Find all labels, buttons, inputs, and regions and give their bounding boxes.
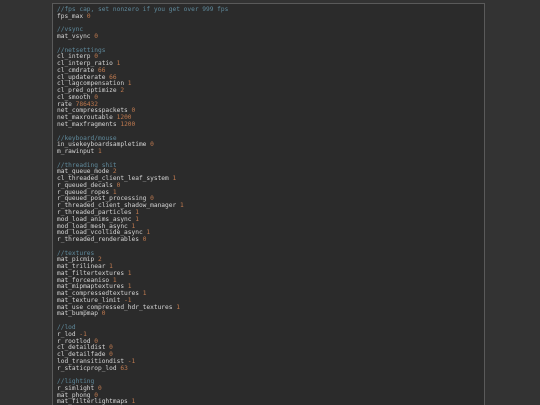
config-line: r_threaded_renderables 0	[57, 236, 480, 244]
config-line: r_staticprop_lod 63	[57, 364, 480, 373]
cvar-name: mat_vsync	[57, 33, 91, 41]
cvar-value: 1	[127, 269, 132, 277]
cvar-value: 1	[127, 80, 132, 88]
config-line: net_maxfragments 1200	[57, 121, 480, 129]
cvar-value: 1	[179, 202, 184, 210]
cvar-value: 1	[135, 215, 139, 223]
config-line: cl_smooth 0	[57, 94, 480, 102]
cvar-value: 0	[94, 33, 98, 41]
cvar-value: 1	[98, 148, 102, 156]
config-text-area[interactable]: //fps cap, set nonzero if you get over 9…	[57, 6, 480, 405]
section-comment: //textures	[57, 249, 95, 257]
cvar-value: 1	[116, 60, 121, 68]
section-comment: //lod	[57, 323, 76, 331]
section-comment: //threading shit	[57, 161, 117, 169]
cvar-value: 1200	[120, 121, 136, 129]
cvar-value: 1	[142, 290, 147, 298]
config-line: cl_detaildist 0	[57, 344, 480, 352]
config-line: mat_filtertextures 1	[57, 269, 480, 278]
cvar-value: 0	[142, 236, 147, 244]
config-line: cl_pred_optimize 2	[57, 87, 480, 95]
cvar-name: r_threaded_renderables	[57, 236, 139, 244]
cvar-value: 0	[116, 181, 121, 189]
cvar-value: -1	[127, 357, 136, 365]
cvar-value: 1	[131, 398, 136, 405]
config-line: r_simlight 0	[57, 384, 480, 393]
config-line: r_lod -1	[57, 331, 480, 339]
cvar-value: 0	[131, 107, 136, 115]
config-line: mat_bumpmap 0	[57, 311, 480, 318]
section-comment: //netsettings	[57, 46, 106, 54]
config-line: r_queued_decals 0	[57, 181, 480, 190]
cvar-value: 0	[150, 141, 154, 149]
config-line: m_rawinput 1	[57, 148, 480, 156]
cvar-name: m_rawinput	[57, 148, 95, 156]
cvar-name: fps_max	[57, 12, 84, 20]
cvar-value: 1	[176, 303, 180, 311]
config-line: fps_max 0	[57, 12, 480, 21]
config-line: mat_vsync 0	[57, 33, 480, 41]
config-line: r_rootlod 0	[57, 338, 480, 346]
cvar-name: mat_bumpmap	[57, 310, 98, 318]
cvar-value: 1	[172, 175, 177, 183]
config-line: cl_cmdrate 66	[57, 67, 480, 75]
config-line: mat_use_compressed_hdr_textures 1	[57, 303, 480, 312]
cvar-value: 0	[98, 384, 102, 392]
cvar-name: net_maxfragments	[57, 121, 117, 129]
config-editor-panel: //fps cap, set nonzero if you get over 9…	[52, 3, 485, 405]
config-line: mat_picmip 2	[57, 256, 480, 264]
cvar-name: mat_filterlightmaps	[57, 398, 128, 405]
section-comment: //vsync	[57, 26, 84, 34]
section-comment: //fps cap, set nonzero if you get over 9…	[57, 6, 229, 13]
cvar-name: r_staticprop_lod	[57, 364, 117, 372]
cvar-value: 2	[120, 87, 125, 95]
config-line: mat_filterlightmaps 1	[57, 399, 480, 405]
cvar-value: 0	[86, 12, 91, 20]
config-line: cl_interp_ratio 1	[57, 60, 480, 68]
config-line: cl_threaded_client_leaf_system 1	[57, 175, 480, 183]
cvar-value: 63	[120, 364, 128, 372]
config-line: cl_interp 0	[57, 53, 480, 61]
config-line: in_usekeyboardsampletime 0	[57, 141, 480, 149]
section-comment: //lighting	[57, 378, 95, 386]
cvar-value: 1	[146, 229, 151, 237]
cvar-value: 0	[101, 310, 106, 318]
